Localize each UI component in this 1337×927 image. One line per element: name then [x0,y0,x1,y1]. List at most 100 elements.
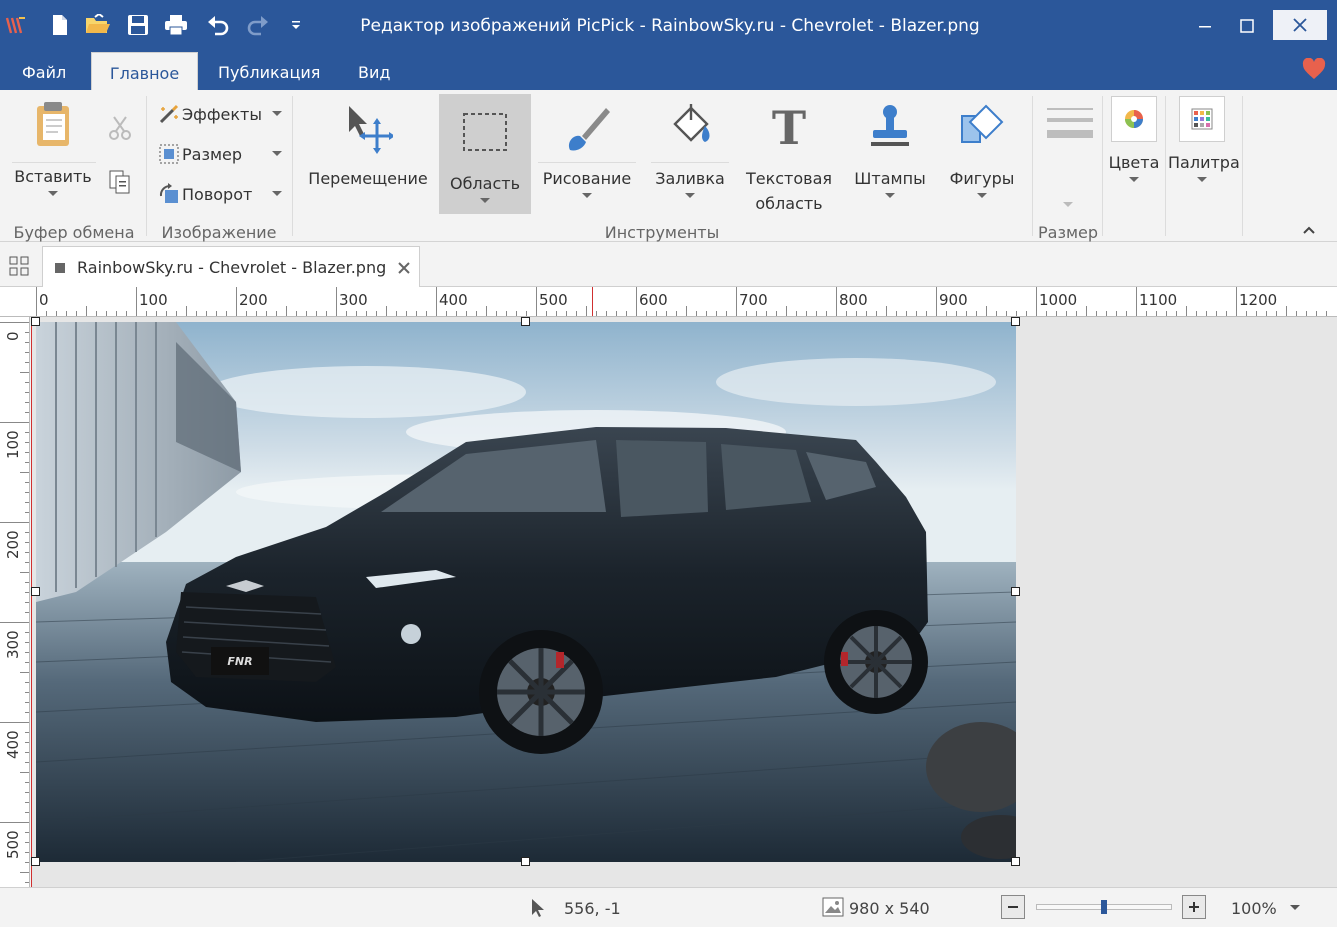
clipboard-icon [37,102,69,146]
title-bar: Редактор изображений PicPick - RainbowSk… [0,0,1337,52]
rotate-button[interactable]: Поворот [156,180,282,208]
picpick-window: Редактор изображений PicPick - RainbowSk… [0,0,1337,927]
area-tool-button[interactable]: Область [439,94,531,214]
ruler-major-tick [436,287,437,316]
ribbon: Вставить Буфер обмена Эффекты Размер Пов… [0,90,1337,242]
maximize-icon [1240,19,1254,33]
zoom-level[interactable]: 100% [1231,899,1277,918]
area-tool-label: Область [449,174,521,193]
resize-handle-right[interactable] [1011,587,1020,596]
window-title: Редактор изображений PicPick - RainbowSk… [360,16,980,36]
drawing-tool-button[interactable]: Рисование [537,102,637,198]
resize-handle-top-right[interactable] [1011,317,1020,326]
document-tab-strip: RainbowSky.ru - Chevrolet - Blazer.png [0,243,1337,287]
close-tab-icon[interactable] [397,260,411,279]
zoom-slider-thumb[interactable] [1101,900,1107,914]
ruler-major-tick [0,622,29,623]
move-tool-button[interactable]: Перемещение [306,102,430,191]
palette-button[interactable]: Палитра [1168,96,1240,182]
effects-label: Эффекты [182,104,262,124]
ruler-label: 100 [4,430,22,459]
ruler-major-tick [636,287,637,316]
menu-tab-row: Файл Главное Публикация Вид [0,52,1337,90]
fill-tool-button[interactable]: Заливка [650,102,730,198]
effects-dropdown-icon [272,111,282,116]
maximize-button[interactable] [1222,0,1272,52]
paste-button[interactable]: Вставить [10,100,96,196]
minus-icon [1008,906,1018,908]
car-image[interactable]: FNR [36,322,1016,862]
print-icon[interactable] [162,10,190,40]
copy-icon[interactable] [106,168,134,200]
ruler-label: 800 [839,291,868,309]
fill-tool-label: Заливка [655,169,725,188]
ruler-major-tick [136,287,137,316]
tab-home[interactable]: Главное [91,52,198,90]
save-icon[interactable] [124,10,152,40]
paste-dropdown-icon [48,191,58,196]
resize-handle-bottom-left[interactable] [31,857,40,866]
canvas-area[interactable]: FNR [31,317,1337,887]
close-button[interactable] [1273,10,1327,40]
magic-wand-icon [156,102,182,126]
open-file-icon[interactable] [84,10,112,40]
ruler-label: 400 [439,291,468,309]
stamp-icon [871,105,909,146]
ruler-label: 200 [4,530,22,559]
ruler-label: 900 [939,291,968,309]
new-file-icon[interactable] [46,10,74,40]
text-area-button[interactable]: T Текстовая область [740,101,838,216]
image-group-label: Изображение [161,223,277,242]
ruler-major-tick [0,822,29,823]
shapes-tool-button[interactable]: Фигуры [940,102,1024,198]
cut-icon[interactable] [106,114,134,146]
document-tab[interactable]: RainbowSky.ru - Chevrolet - Blazer.png [42,246,420,287]
rotate-icon [156,182,182,206]
vertical-ruler: 0 100 200 300 400 500 [0,317,30,887]
zoom-in-button[interactable] [1182,895,1206,919]
redo-icon[interactable] [244,10,272,40]
resize-handle-bottom-right[interactable] [1011,857,1020,866]
line-size-button[interactable] [1040,104,1096,207]
tab-view[interactable]: Вид [348,52,400,90]
minimize-icon [1199,26,1211,28]
zoom-slider[interactable] [1036,900,1172,914]
paste-label: Вставить [14,167,92,186]
stamps-tool-button[interactable]: Штампы [846,102,934,198]
resize-handle-top[interactable] [521,317,530,326]
ruler-major-tick [836,287,837,316]
ruler-major-tick [336,287,337,316]
zoom-out-button[interactable] [1001,895,1025,919]
ruler-label: 600 [639,291,668,309]
grid-view-icon[interactable] [8,255,30,281]
zoom-dropdown-icon[interactable] [1290,905,1300,910]
collapse-ribbon-icon[interactable] [1302,220,1316,239]
ruler-label: 400 [4,730,22,759]
svg-text:T: T [772,102,806,154]
cursor-position: 556, -1 [564,899,621,918]
tab-publish[interactable]: Публикация [208,52,330,90]
ruler-major-tick [1036,287,1037,316]
rotate-label: Поворот [182,184,253,204]
ruler-major-tick [0,322,29,323]
undo-icon[interactable] [204,10,232,40]
size-dropdown-icon [1063,202,1073,207]
color-wheel-icon [1111,96,1157,142]
customize-dropdown-icon[interactable] [282,10,310,40]
resize-handle-left[interactable] [31,587,40,596]
app-logo-icon[interactable] [2,10,30,40]
selection-rectangle-icon [463,113,507,151]
shapes-tool-label: Фигуры [949,169,1015,188]
heart-icon[interactable] [1302,57,1326,84]
rotate-dropdown-icon [272,191,282,196]
ruler-major-tick [536,287,537,316]
ruler-major-tick [736,287,737,316]
colors-button[interactable]: Цвета [1106,96,1162,182]
ruler-label: 300 [4,630,22,659]
tab-file[interactable]: Файл [12,52,76,90]
resize-button[interactable]: Размер [156,140,282,168]
resize-handle-top-left[interactable] [31,317,40,326]
document-modified-icon [55,263,65,273]
effects-button[interactable]: Эффекты [156,100,282,128]
resize-handle-bottom[interactable] [521,857,530,866]
